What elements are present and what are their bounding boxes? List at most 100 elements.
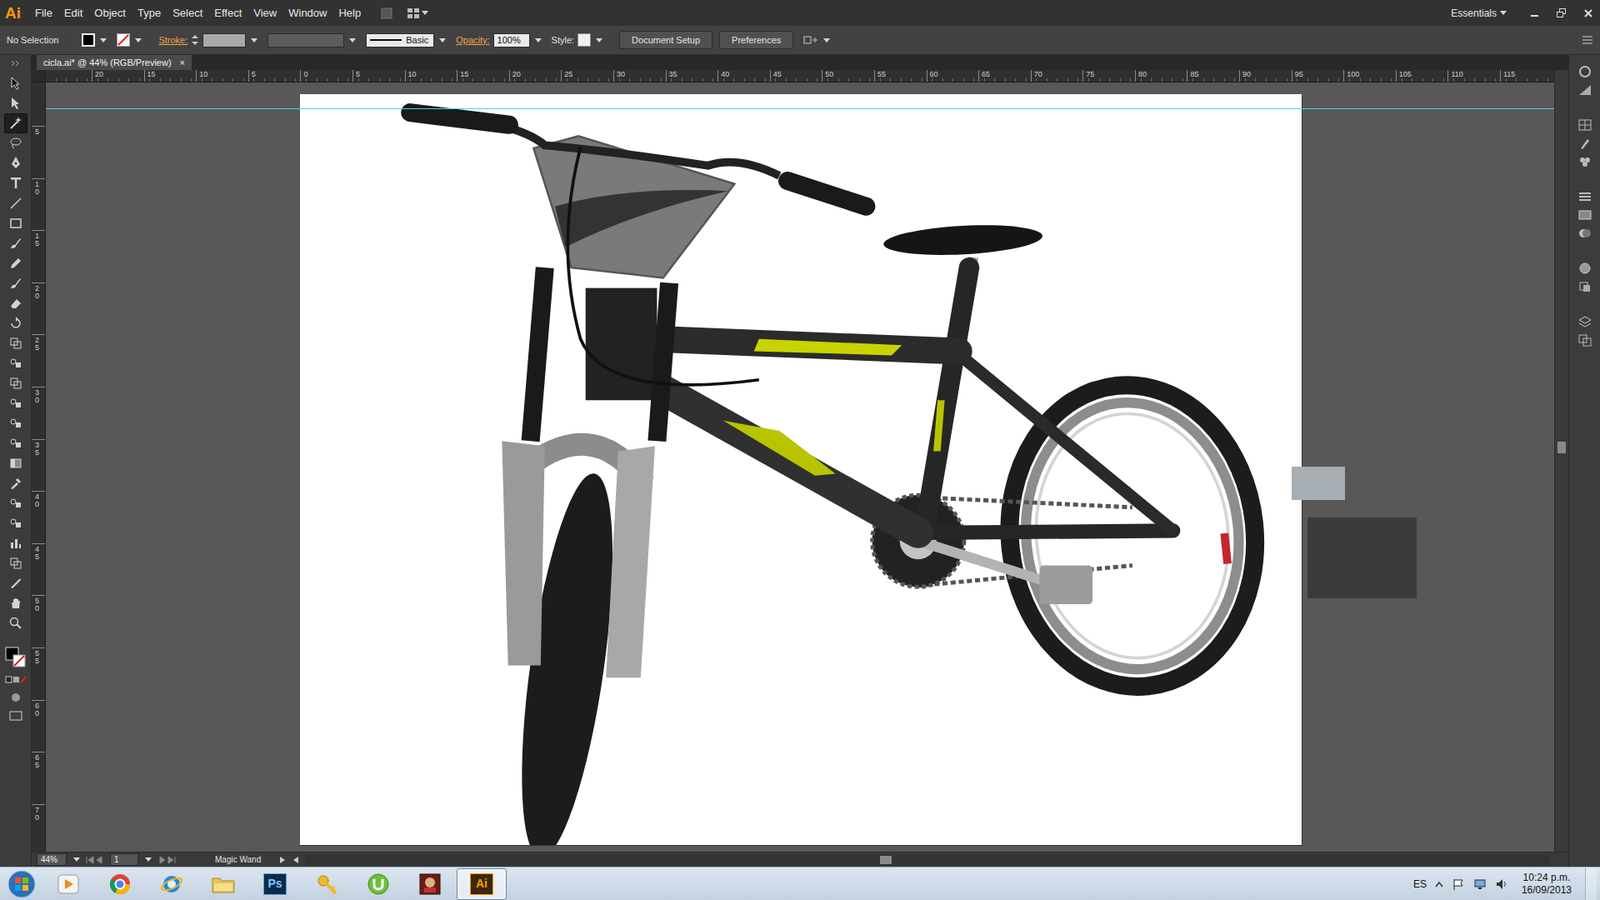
menu-item[interactable]: Help [332, 3, 367, 24]
dark-swatch-shape[interactable] [1307, 517, 1417, 599]
zoom-tool-icon[interactable] [4, 613, 28, 634]
next-last-icon[interactable] [156, 855, 177, 865]
game-app-icon[interactable] [418, 872, 442, 896]
appearance-icon[interactable] [1577, 261, 1593, 275]
type-tool-icon[interactable] [4, 173, 28, 194]
show-hidden-icons-icon[interactable] [1435, 880, 1444, 889]
taskbar-app[interactable] [43, 868, 94, 900]
dropdown-arrow-icon[interactable] [349, 38, 356, 43]
windows-start-icon[interactable] [7, 870, 36, 899]
taskbar-app[interactable] [301, 868, 352, 900]
eraser-tool-icon[interactable] [4, 293, 28, 314]
perspective-grid-tool-icon[interactable] [4, 413, 28, 434]
scroll-thumb[interactable] [1557, 441, 1566, 454]
start-button[interactable] [0, 867, 44, 900]
stroke-panel-icon[interactable] [1577, 190, 1593, 204]
hand-tool-icon[interactable] [4, 593, 28, 614]
ie-app-icon[interactable] [160, 872, 184, 896]
dropdown-arrow-icon[interactable] [535, 38, 542, 43]
document-tab-label[interactable]: cicla.ai* @ 44% (RGB/Preview) [43, 55, 172, 70]
restore-button[interactable] [1550, 5, 1574, 22]
screen-mode-icon[interactable] [7, 710, 25, 722]
opacity-field[interactable]: 100% [493, 33, 530, 48]
swatches-icon[interactable] [1577, 118, 1593, 132]
pencil-tool-icon[interactable] [4, 253, 28, 274]
clock[interactable]: 10:24 p.m. 16/09/2013 [1516, 871, 1577, 897]
fill-swatch[interactable] [81, 33, 95, 47]
blend-tool-icon[interactable] [4, 493, 28, 514]
action-center-flag-icon[interactable] [1451, 877, 1465, 891]
dropdown-arrow-icon[interactable] [145, 857, 152, 862]
pen-tool-icon[interactable] [4, 153, 28, 174]
menu-item[interactable]: Effect [208, 3, 248, 24]
volume-icon[interactable] [1495, 877, 1509, 891]
dropdown-arrow-icon[interactable] [595, 38, 603, 43]
media-app-icon[interactable] [56, 873, 80, 895]
folder-app-icon[interactable] [210, 873, 236, 895]
network-icon[interactable] [1473, 877, 1487, 891]
rotate-tool-icon[interactable] [4, 313, 28, 334]
shape-builder-tool-icon[interactable] [4, 393, 28, 414]
taskbar-app[interactable] [95, 868, 145, 900]
color-guide-icon[interactable] [1577, 83, 1593, 97]
dropdown-arrow-icon[interactable] [421, 10, 429, 15]
symbols-icon[interactable] [1577, 155, 1593, 169]
clock-time[interactable]: 10:24 p.m. [1521, 871, 1572, 885]
dropdown-arrow-icon[interactable] [1500, 10, 1507, 15]
stroke-label[interactable]: Stroke: [158, 33, 188, 48]
eyedropper-tool-icon[interactable] [4, 473, 28, 494]
layers-icon[interactable] [1577, 315, 1593, 329]
brush-field[interactable]: Basic [365, 33, 435, 48]
opacity-label[interactable]: Opacity: [455, 33, 490, 48]
photoshop-app-icon[interactable]: Ps [263, 873, 287, 895]
show-desktop-button[interactable] [1585, 867, 1597, 900]
stroke-swatch[interactable] [116, 33, 130, 47]
first-previous-icon[interactable] [85, 855, 105, 865]
arrange-documents-button[interactable] [406, 7, 429, 20]
dropdown-arrow-icon[interactable] [439, 38, 446, 43]
selection-tool-icon[interactable] [4, 73, 28, 94]
taskbar-app[interactable] [198, 868, 249, 900]
transparency-icon[interactable] [1577, 226, 1593, 240]
graphic-styles-icon[interactable] [1577, 280, 1593, 294]
preferences-button[interactable]: Preferences [719, 30, 794, 50]
scale-tool-icon[interactable] [4, 333, 28, 354]
dropdown-arrow-icon[interactable] [135, 38, 142, 43]
blob-brush-tool-icon[interactable] [4, 273, 28, 294]
grey-swatch-shape[interactable] [1291, 466, 1345, 500]
draw-mode-icon[interactable] [7, 691, 25, 704]
workspace-switcher[interactable]: Essentials [1450, 5, 1507, 21]
illustrator-app-icon[interactable]: Ai [470, 873, 494, 895]
restore-icon[interactable] [1556, 8, 1567, 19]
workspace-label[interactable]: Essentials [1450, 5, 1497, 21]
fill-stroke-icon[interactable] [5, 646, 27, 669]
menu-item[interactable]: View [247, 3, 283, 24]
tool-app-icon[interactable] [315, 872, 339, 896]
menu-item[interactable]: Select [166, 3, 209, 24]
artboard-field[interactable]: 1 [110, 853, 139, 866]
artboard[interactable] [300, 94, 1302, 845]
close-tab-button[interactable]: × [180, 55, 185, 70]
gradient-icon[interactable] [1577, 208, 1593, 222]
bicycle-artwork[interactable] [300, 94, 1302, 845]
panel-menu-icon[interactable] [1581, 35, 1594, 45]
line-segment-tool-icon[interactable] [4, 193, 28, 214]
document-setup-button[interactable]: Document Setup [619, 30, 713, 50]
width-tool-icon[interactable] [4, 353, 28, 374]
artboards-icon[interactable] [1577, 333, 1593, 347]
dropdown-arrow-icon[interactable] [823, 38, 830, 43]
menu-item[interactable]: Edit [58, 3, 89, 24]
guide-line[interactable] [45, 108, 1555, 110]
torrent-app-icon[interactable] [366, 872, 390, 896]
document-tab[interactable]: cicla.ai* @ 44% (RGB/Preview) × [36, 55, 192, 71]
paintbrush-tool-icon[interactable] [4, 233, 28, 254]
mesh-tool-icon[interactable] [4, 433, 28, 454]
stroke-weight-field[interactable] [202, 33, 246, 48]
taskbar-app[interactable]: Ps [250, 868, 300, 900]
dropdown-arrow-icon[interactable] [100, 38, 107, 43]
slice-tool-icon[interactable] [4, 573, 28, 594]
close-icon[interactable] [1583, 8, 1594, 19]
taskbar-app[interactable] [353, 868, 404, 900]
collapse-icon[interactable] [10, 60, 22, 67]
taskbar-app[interactable] [146, 868, 197, 900]
